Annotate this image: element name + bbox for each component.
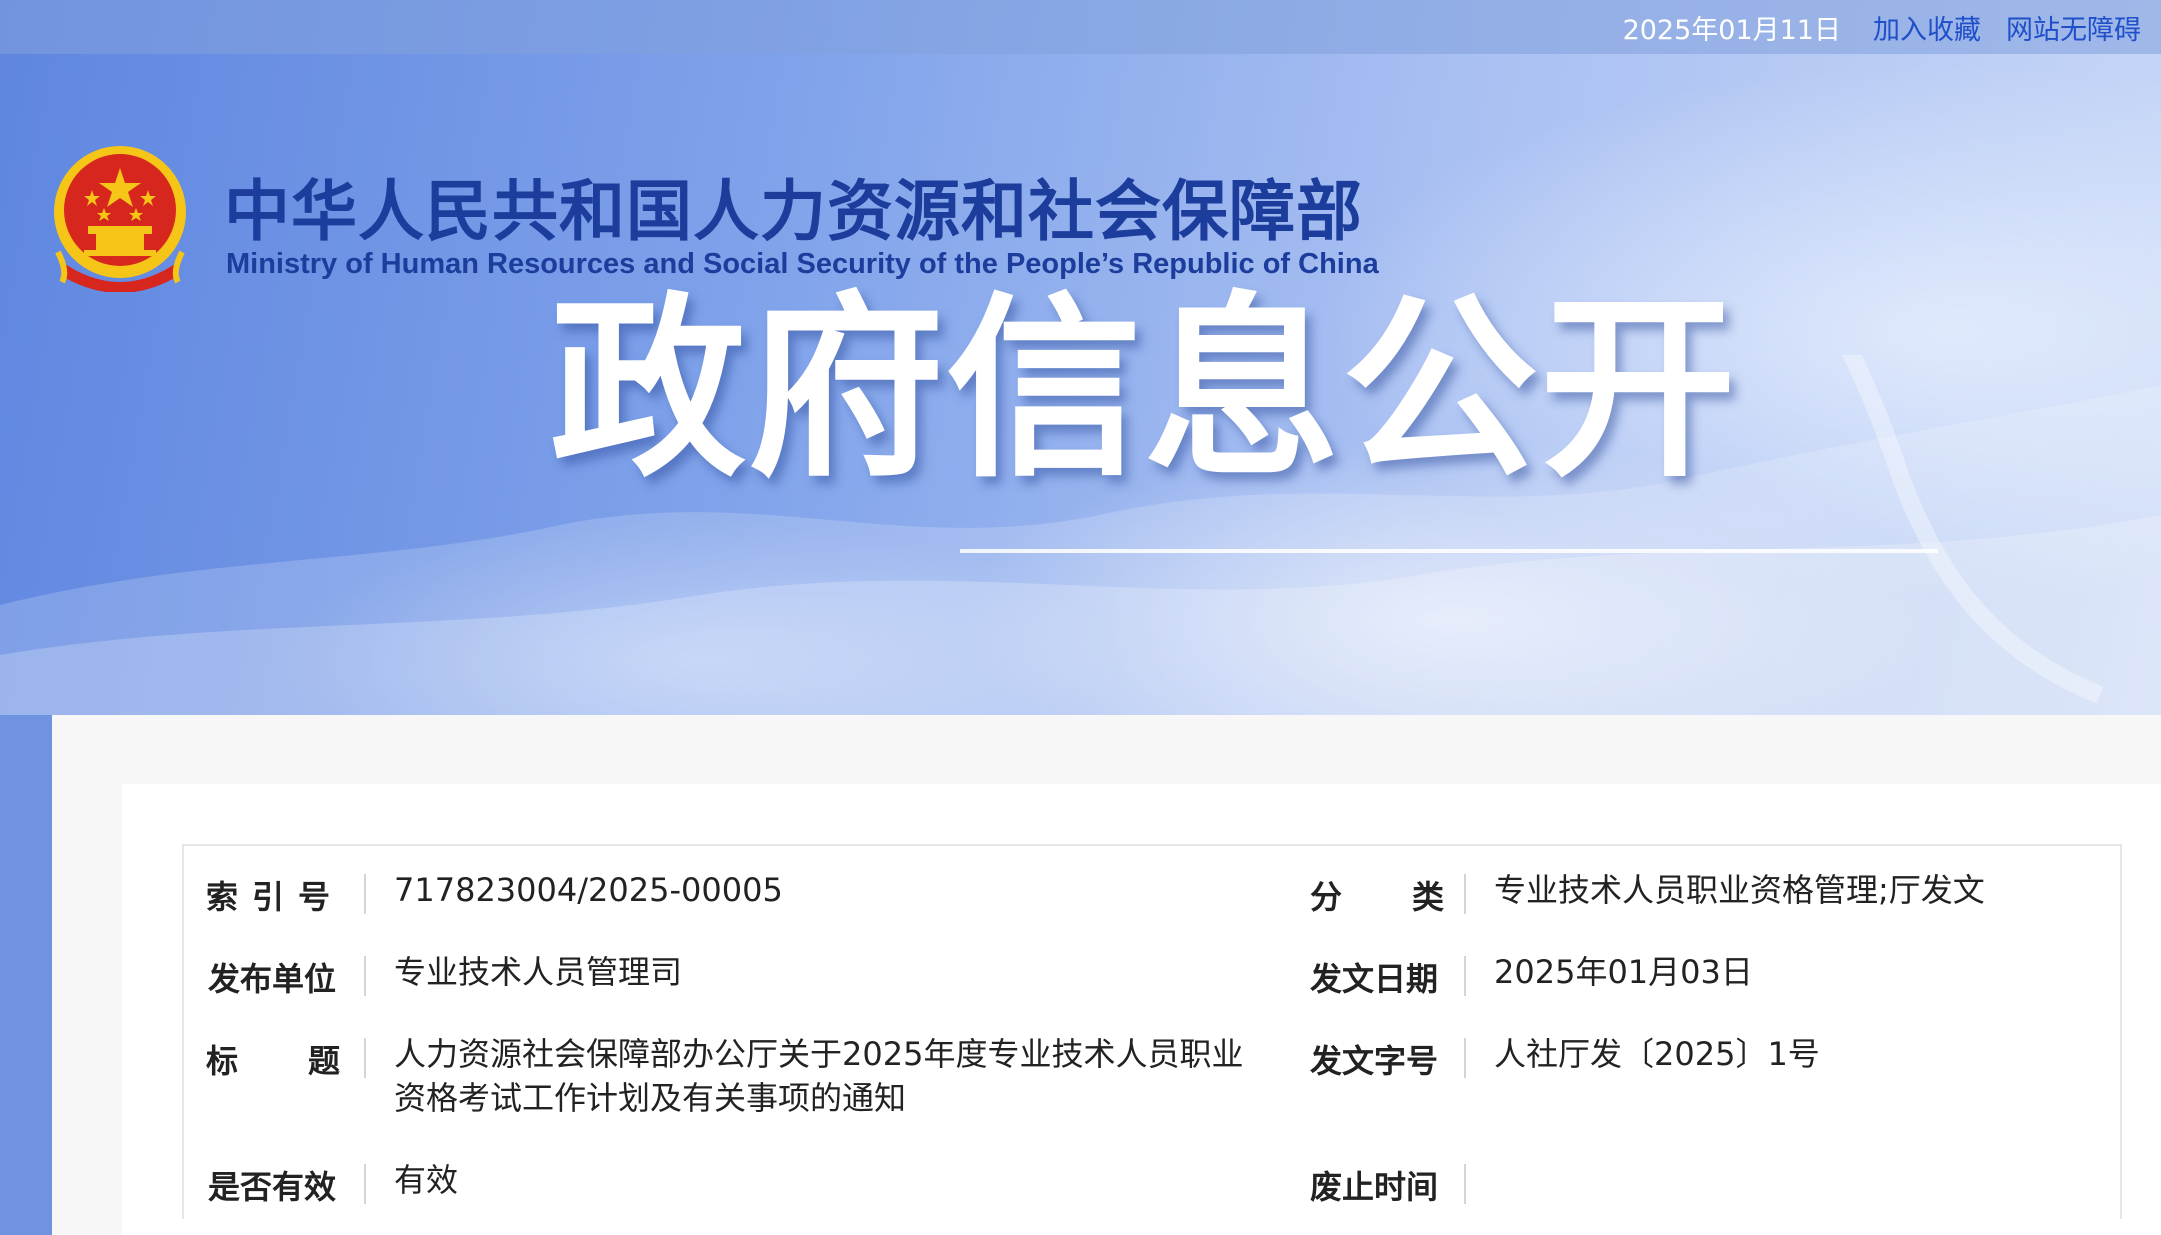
issue-date-label: 发文日期 bbox=[1310, 960, 1439, 998]
repeal-time-label: 废止时间 bbox=[1310, 1168, 1439, 1206]
separator bbox=[1464, 956, 1466, 996]
title-value: 人力资源社会保障部办公厅关于2025年度专业技术人员职业资格考试工作计划及有关事… bbox=[394, 1035, 1244, 1117]
category-value: 专业技术人员职业资格管理;厅发文 bbox=[1494, 871, 1985, 909]
separator bbox=[364, 1038, 366, 1078]
index-no-value: 717823004/2025-00005 bbox=[394, 871, 783, 909]
separator bbox=[364, 956, 366, 996]
top-utility-bar: 2025年01月11日 加入收藏 网站无障碍 bbox=[0, 0, 2161, 54]
category-label: 分类 bbox=[1310, 878, 1515, 916]
separator bbox=[1464, 874, 1466, 914]
validity-value: 有效 bbox=[394, 1161, 459, 1199]
current-date: 2025年01月11日 bbox=[1622, 15, 1841, 46]
national-emblem-icon bbox=[54, 146, 186, 292]
separator bbox=[364, 1164, 366, 1204]
separator bbox=[1464, 1038, 1466, 1078]
doc-no-label: 发文字号 bbox=[1310, 1042, 1439, 1080]
issue-date-value: 2025年01月03日 bbox=[1494, 953, 1753, 991]
index-no-label: 索引号 bbox=[206, 878, 345, 916]
title-label: 标题 bbox=[206, 1042, 411, 1080]
add-favorite-link[interactable]: 加入收藏 bbox=[1873, 8, 1981, 47]
publisher-value: 专业技术人员管理司 bbox=[394, 953, 683, 991]
accessibility-link[interactable]: 网站无障碍 bbox=[2006, 8, 2141, 47]
header-banner: 2025年01月11日 加入收藏 网站无障碍 中华人民共和国人力资源和社会保障部… bbox=[0, 0, 2161, 715]
document-metadata-table: 索引号 717823004/2025-00005 分类 专业技术人员职业资格管理… bbox=[182, 844, 2122, 1219]
org-name-cn: 中华人民共和国人力资源和社会保障部 bbox=[224, 173, 1363, 250]
publisher-label: 发布单位 bbox=[208, 960, 337, 998]
doc-no-value: 人社厅发〔2025〕1号 bbox=[1494, 1035, 1820, 1073]
validity-label: 是否有效 bbox=[208, 1168, 337, 1206]
separator bbox=[364, 874, 366, 914]
banner-underline bbox=[960, 549, 1938, 553]
banner-title: 政府信息公开 bbox=[550, 276, 1739, 504]
separator bbox=[1464, 1164, 1466, 1204]
